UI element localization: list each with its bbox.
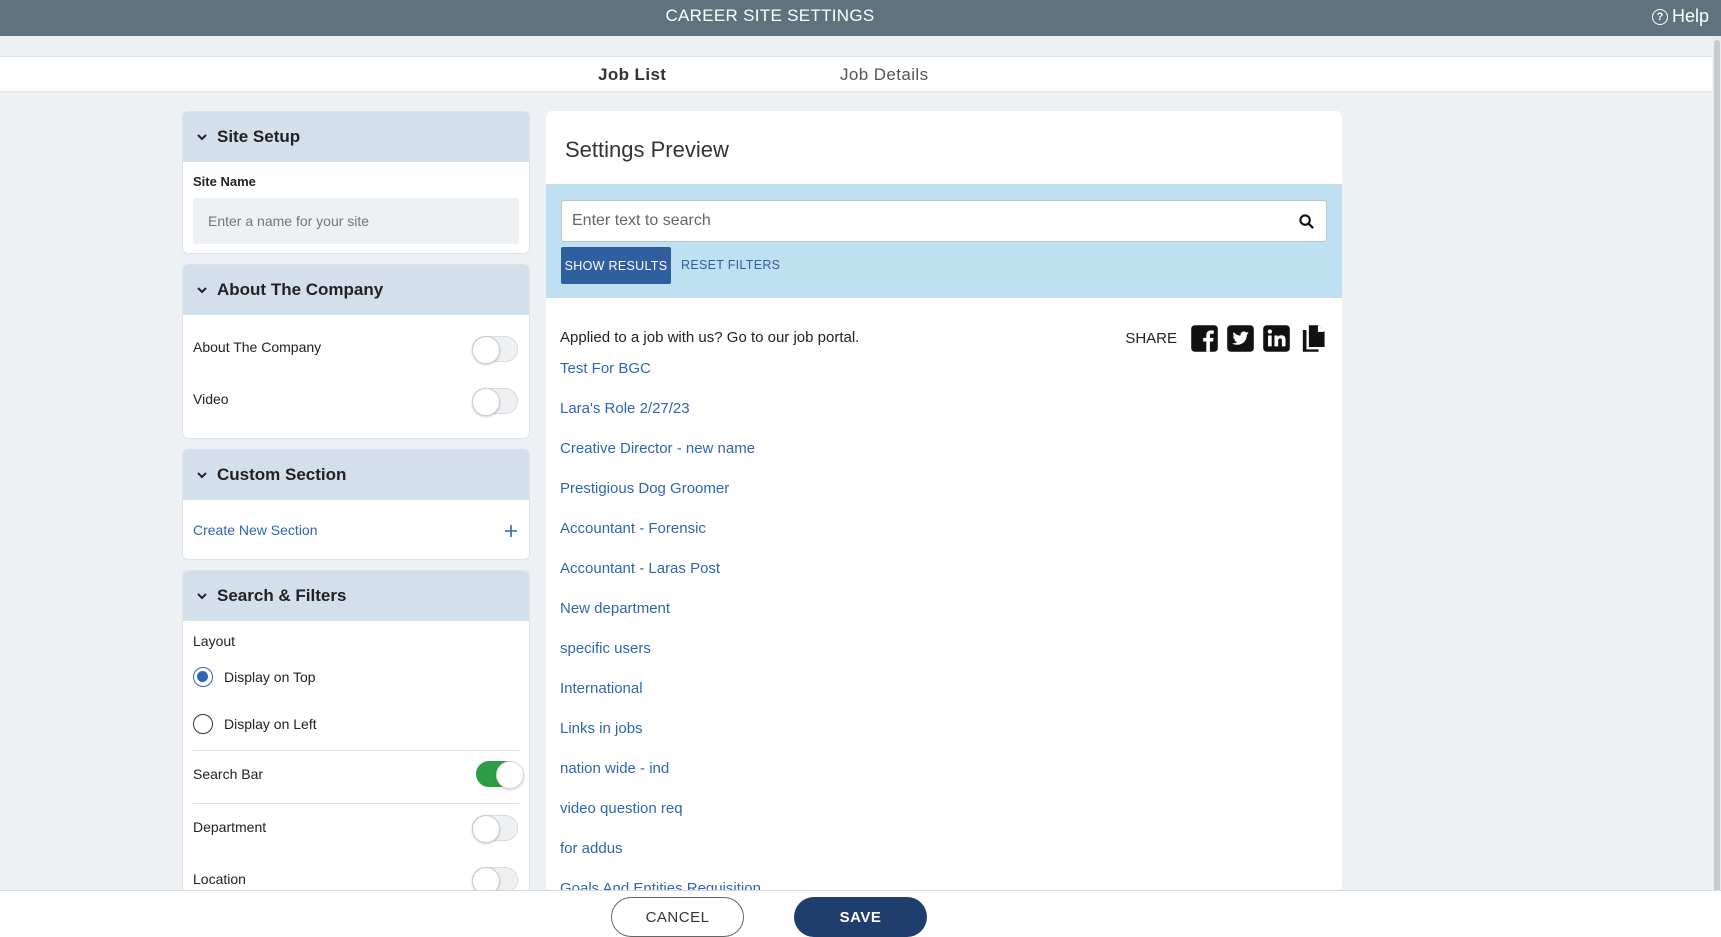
preview-search-input[interactable]	[562, 201, 1262, 241]
search-filters-header[interactable]: Search & Filters	[183, 571, 529, 621]
help-label: Help	[1671, 6, 1709, 26]
chevron-down-icon	[197, 593, 207, 600]
custom-section-panel: Custom Section Create New Section	[182, 449, 530, 560]
job-link[interactable]: Creative Director - new name	[560, 440, 755, 457]
toggle-knob	[472, 815, 500, 843]
custom-section-title: Custom Section	[217, 465, 347, 484]
job-portal-text: Applied to a job with us? Go to our job …	[560, 329, 860, 346]
display-on-left-label: Display on Left	[224, 716, 317, 732]
toggle-knob	[472, 336, 500, 364]
about-company-toggle[interactable]	[472, 336, 518, 364]
job-link[interactable]: New department	[560, 600, 670, 617]
job-link[interactable]: Accountant - Laras Post	[560, 560, 720, 577]
job-link[interactable]: nation wide - ind	[560, 760, 669, 777]
location-label: Location	[193, 871, 246, 887]
chevron-down-icon	[197, 134, 207, 141]
scrollbar-thumb[interactable]	[1714, 40, 1720, 920]
tab-job-list[interactable]: Job List	[598, 65, 666, 85]
about-company-header[interactable]: About The Company	[183, 265, 529, 315]
about-company-panel: About The Company About The Company Vide…	[182, 264, 530, 439]
display-on-left-radio[interactable]	[193, 714, 213, 734]
toggle-knob	[472, 388, 500, 416]
about-company-label: About The Company	[193, 339, 322, 355]
cancel-button[interactable]: CANCEL	[611, 897, 744, 937]
site-setup-title: Site Setup	[217, 127, 301, 146]
footer-bar: CANCEL SAVE	[0, 890, 1721, 937]
job-link[interactable]: Test For BGC	[560, 360, 651, 377]
site-name-input[interactable]	[193, 198, 519, 244]
job-link[interactable]: Accountant - Forensic	[560, 520, 706, 537]
video-toggle[interactable]	[472, 388, 518, 416]
twitter-icon[interactable]	[1226, 324, 1255, 353]
settings-preview-panel: Settings Preview SHOW RESULTS RESET FILT…	[546, 111, 1342, 891]
job-link[interactable]: specific users	[560, 640, 651, 657]
copy-icon[interactable]	[1298, 324, 1327, 353]
display-on-top-label: Display on Top	[224, 669, 316, 685]
divider	[193, 803, 519, 804]
search-bar-label: Search Bar	[193, 766, 264, 782]
about-company-title: About The Company	[217, 280, 384, 299]
preview-search-box	[561, 200, 1327, 242]
settings-preview-title: Settings Preview	[565, 137, 729, 162]
job-link[interactable]: video question req	[560, 800, 683, 817]
share-label: SHARE	[1125, 330, 1177, 347]
chevron-down-icon	[197, 472, 207, 479]
display-on-top-radio[interactable]	[193, 667, 213, 687]
site-setup-panel: Site Setup Site Name	[182, 111, 530, 254]
search-filters-title: Search & Filters	[217, 586, 347, 605]
department-label: Department	[193, 819, 267, 835]
save-button[interactable]: SAVE	[794, 897, 927, 937]
help-link[interactable]: ? Help	[1651, 6, 1709, 27]
job-link[interactable]: Links in jobs	[560, 720, 643, 737]
tab-job-details[interactable]: Job Details	[840, 65, 929, 85]
search-band: SHOW RESULTS RESET FILTERS	[546, 184, 1342, 298]
divider	[193, 750, 519, 751]
department-toggle[interactable]	[472, 815, 518, 843]
top-header-bar: CAREER SITE SETTINGS ? Help	[0, 0, 1721, 36]
show-results-button[interactable]: SHOW RESULTS	[561, 247, 671, 284]
plus-icon[interactable]	[505, 525, 517, 537]
job-link[interactable]: for addus	[560, 840, 623, 857]
reset-filters-link[interactable]: RESET FILTERS	[681, 258, 780, 272]
question-circle-icon: ?	[1651, 8, 1668, 25]
chevron-down-icon	[197, 287, 207, 294]
job-link[interactable]: International	[560, 680, 643, 697]
site-setup-header[interactable]: Site Setup	[183, 112, 529, 162]
page-title: CAREER SITE SETTINGS	[665, 6, 875, 25]
page-scrollbar[interactable]	[1713, 36, 1721, 920]
linkedin-icon[interactable]	[1262, 324, 1291, 353]
toggle-knob	[496, 761, 524, 789]
job-link[interactable]: Lara's Role 2/27/23	[560, 400, 690, 417]
search-filters-panel: Search & Filters Layout Display on Top D…	[182, 570, 530, 900]
custom-section-header[interactable]: Custom Section	[183, 450, 529, 500]
facebook-icon[interactable]	[1190, 324, 1219, 353]
site-name-label: Site Name	[193, 174, 256, 189]
search-icon[interactable]	[1299, 214, 1314, 229]
layout-label: Layout	[193, 633, 236, 649]
job-link[interactable]: Prestigious Dog Groomer	[560, 480, 729, 497]
video-label: Video	[193, 391, 229, 407]
tab-bar: Job List Job Details	[0, 56, 1712, 92]
create-new-section-link[interactable]: Create New Section	[193, 522, 318, 538]
share-bar: SHARE	[1125, 324, 1327, 353]
search-bar-toggle[interactable]	[476, 761, 524, 789]
